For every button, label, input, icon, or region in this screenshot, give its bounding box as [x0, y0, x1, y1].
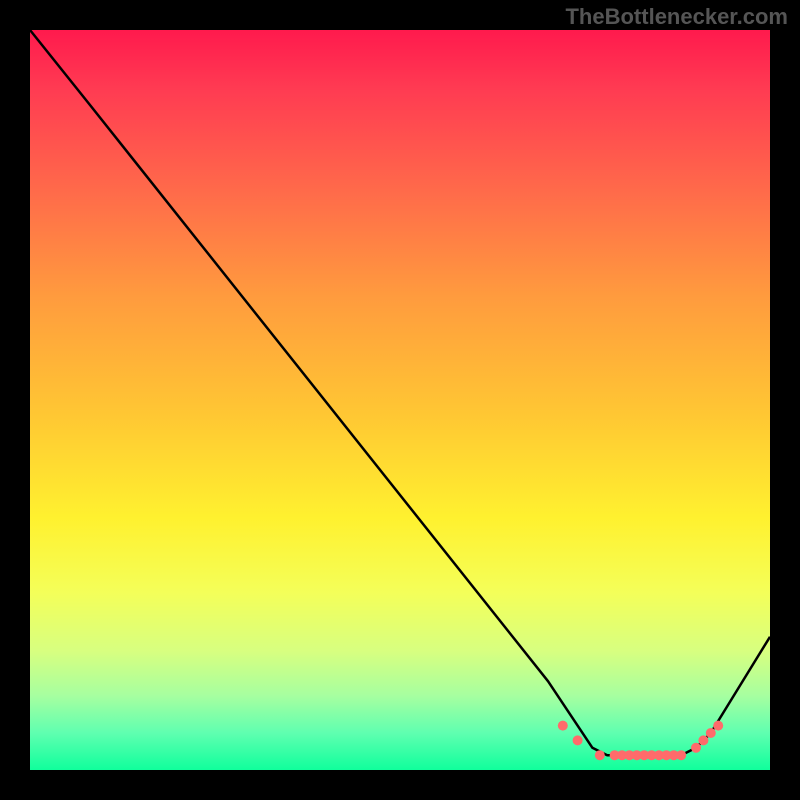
chart-container: TheBottlenecker.com [0, 0, 800, 800]
marker-group [558, 721, 723, 761]
plot-area [30, 30, 770, 770]
curve-layer [30, 30, 770, 770]
marker-dot [691, 743, 701, 753]
marker-dot [676, 750, 686, 760]
marker-dot [706, 728, 716, 738]
marker-dot [595, 750, 605, 760]
marker-dot [713, 721, 723, 731]
marker-dot [558, 721, 568, 731]
watermark-text: TheBottlenecker.com [565, 4, 788, 30]
bottleneck-curve [30, 30, 770, 755]
marker-dot [573, 735, 583, 745]
marker-dot [698, 735, 708, 745]
